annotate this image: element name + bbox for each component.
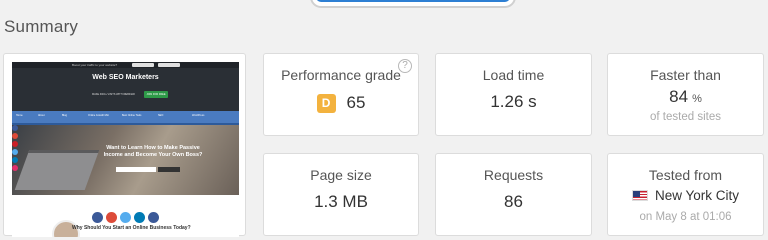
requests-title: Requests [483, 167, 544, 183]
page-size-card: Page size 1.3 MB [263, 153, 419, 236]
twitter-icon [120, 212, 131, 223]
us-flag-icon [631, 190, 648, 201]
tested-from-title: Tested from [648, 167, 723, 183]
preview-nav-item: Online Growth Mkt [88, 114, 109, 117]
performance-grade-title: Performance grade [281, 67, 401, 83]
preview-topbar-button [132, 63, 154, 67]
preview-brand: Web SEO Marketers [92, 74, 159, 81]
preview-nav-item: SEO [158, 114, 164, 117]
preview-topbar-button [158, 63, 180, 67]
tested-from-row: New York City [608, 188, 763, 203]
grade-badge: D [316, 93, 336, 113]
linkedin-icon [134, 212, 145, 223]
preview-nav-item: Home [16, 114, 23, 117]
page-size-value: 1.3 MB [314, 192, 368, 211]
instagram-icon [12, 165, 18, 171]
test-button[interactable] [310, 0, 516, 8]
preview-nav-item: Best Online Tools [122, 114, 142, 117]
tested-from-location: New York City [654, 188, 740, 203]
performance-grade-row: D 65 [264, 93, 418, 113]
preview-header: Boost your traffic to your website? Web … [12, 62, 239, 111]
preview-nav: Home About Blog Online Growth Mkt Best O… [12, 111, 239, 125]
load-time-title: Load time [482, 67, 545, 83]
help-icon[interactable]: ? [398, 59, 412, 73]
pinterest-icon [12, 141, 18, 147]
preview-hero: Want to Learn How to Make Passive Income… [12, 125, 239, 195]
faster-than-value: 84 [669, 87, 689, 106]
percent-unit: % [692, 93, 702, 105]
requests-value: 86 [504, 192, 523, 211]
twitter-icon [12, 149, 18, 155]
preview-subline: MAKE 3000+ VISITS WITH WEBINAR [92, 93, 135, 96]
youtube-icon [148, 212, 159, 223]
faster-than-caption: of tested sites [650, 111, 721, 123]
faster-than-row: 84% [608, 87, 763, 107]
faster-than-card: Faster than 84% of tested sites [607, 53, 764, 136]
facebook-icon [12, 125, 18, 131]
requests-card: Requests 86 [435, 153, 592, 236]
faster-than-title: Faster than [650, 67, 721, 83]
preview-topbar-text: Boost your traffic to your website? [72, 63, 118, 67]
load-time-card: Load time 1.26 s [435, 53, 592, 136]
website-screenshot: Boost your traffic to your website? Web … [12, 62, 239, 237]
facebook-icon [92, 212, 103, 223]
test-button-fill [316, 0, 510, 2]
preview-email-input [116, 167, 156, 172]
performance-grade-card: Performance grade ? D 65 [263, 53, 419, 136]
preview-nav-item: WordPress [192, 114, 205, 117]
load-time-value: 1.26 s [490, 92, 537, 111]
page-title: Summary [4, 17, 79, 36]
preview-topbar: Boost your traffic to your website? [12, 62, 239, 68]
preview-bottom-text: Why Should You Start an Online Business … [72, 225, 191, 231]
google-plus-icon [106, 212, 117, 223]
page-size-title: Page size [310, 167, 372, 183]
preview-cta-button: JOIN FOR FREE [144, 91, 168, 98]
google-plus-icon [12, 133, 18, 139]
laptop-image [14, 150, 100, 190]
performance-score: 65 [346, 93, 366, 112]
tested-from-card: Tested from New York City on May 8 at 01… [607, 153, 764, 236]
linkedin-icon [12, 157, 18, 163]
preview-hero-title: Want to Learn How to Make Passive Income… [103, 145, 203, 158]
preview-nav-item: About [38, 114, 45, 117]
screenshot-preview-card: Boost your traffic to your website? Web … [3, 53, 246, 237]
preview-submit-button [158, 167, 180, 172]
tested-from-date: on May 8 at 01:06 [639, 211, 732, 223]
preview-nav-item: Blog [62, 114, 68, 117]
